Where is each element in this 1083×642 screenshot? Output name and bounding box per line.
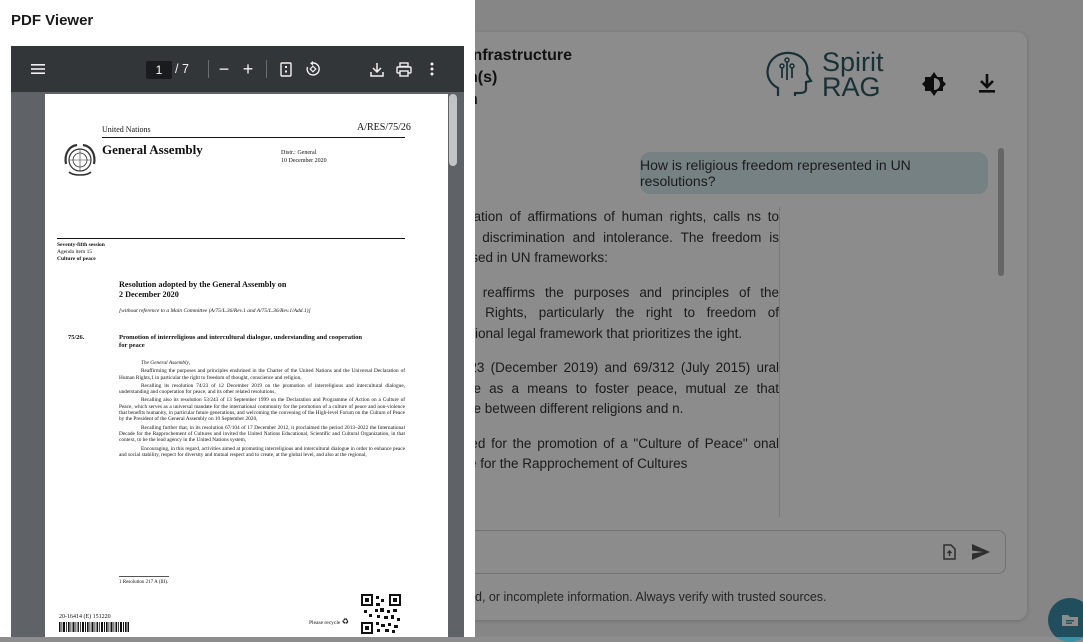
header-rule xyxy=(102,137,405,138)
pdf-viewer-panel: PDF Viewer 1 / 7 − + United Nations A/RE… xyxy=(0,0,475,637)
zoom-in-button[interactable]: + xyxy=(239,59,257,79)
agenda-line: Agenda item 15 xyxy=(57,249,93,255)
print-button[interactable] xyxy=(394,59,414,79)
fit-page-button[interactable] xyxy=(277,59,295,79)
zoom-out-button[interactable]: − xyxy=(215,59,233,79)
resolution-heading-line: 2 December 2020 xyxy=(119,289,179,299)
un-emblem-icon xyxy=(64,143,96,176)
distribution-info: Distr.: General 10 December 2020 xyxy=(281,149,327,165)
recycle-note: Please recycle ♻ xyxy=(309,617,349,626)
session-line: Seventy-fifth session xyxy=(57,242,105,248)
panel-title: PDF Viewer xyxy=(11,12,94,29)
footnote: 1 Resolution 217 A (III). xyxy=(119,580,169,585)
page-number-input[interactable]: 1 xyxy=(146,61,172,79)
topic-line: Culture of peace xyxy=(57,256,96,262)
toolbar-divider xyxy=(208,60,209,78)
page-total: / 7 xyxy=(175,62,189,76)
more-vert-icon xyxy=(430,62,434,76)
body-paragraph: Recalling further that, in its resolutio… xyxy=(119,424,405,444)
distr-line: Distr.: General xyxy=(281,150,317,156)
rotate-icon xyxy=(306,61,320,76)
session-info: Seventy-fifth session Agenda item 15 Cul… xyxy=(57,242,105,263)
committee-reference: [without reference to a Main Committee (… xyxy=(119,308,311,314)
pdf-scrollbar[interactable] xyxy=(449,94,457,166)
footnote-rule xyxy=(119,576,169,577)
resolution-body: The General Assembly, Reaffirming the pu… xyxy=(119,360,405,460)
toolbar-divider xyxy=(266,60,267,78)
printer-icon xyxy=(396,61,412,77)
job-number: 20-16414 (E) 151220 xyxy=(59,614,111,620)
recycle-text: Please recycle xyxy=(309,620,341,626)
document-symbol: A/RES/75/26 xyxy=(357,122,411,133)
body-paragraph: Recalling also its resolution 53/243 of … xyxy=(119,397,405,423)
download-icon xyxy=(370,62,384,77)
resolution-heading: Resolution adopted by the General Assemb… xyxy=(119,280,286,299)
hamburger-icon xyxy=(31,64,45,74)
body-paragraph: Reaffirming the purposes and principles … xyxy=(119,368,405,381)
resolution-title: Promotion of interreligious and intercul… xyxy=(119,334,363,349)
menu-button[interactable] xyxy=(27,59,49,79)
recycle-icon: ♻ xyxy=(341,617,349,626)
resolution-number: 75/26. xyxy=(68,334,85,341)
qr-code-icon xyxy=(361,594,401,634)
resolution-heading-line: Resolution adopted by the General Assemb… xyxy=(119,280,287,289)
rotate-button[interactable] xyxy=(303,59,323,79)
un-name: United Nations xyxy=(102,125,151,134)
pdf-frame: 1 / 7 − + United Nations A/RES/75/26 Gen… xyxy=(11,46,464,637)
pdf-toolbar: 1 / 7 − + xyxy=(11,46,464,92)
body-paragraph: Encouraging, in this regard, activities … xyxy=(119,445,405,458)
pdf-download-button[interactable] xyxy=(367,59,387,79)
distr-date: 10 December 2020 xyxy=(281,158,327,164)
barcode-icon xyxy=(59,622,129,632)
body-paragraph: Recalling its resolution 74/23 of 12 Dec… xyxy=(119,382,405,396)
session-rule xyxy=(57,238,405,239)
organ-name: General Assembly xyxy=(102,142,203,157)
fit-page-icon xyxy=(280,61,292,77)
body-paragraph: The General Assembly, xyxy=(141,360,190,366)
more-options-button[interactable] xyxy=(424,59,440,79)
pdf-page: United Nations A/RES/75/26 General Assem… xyxy=(45,94,448,637)
